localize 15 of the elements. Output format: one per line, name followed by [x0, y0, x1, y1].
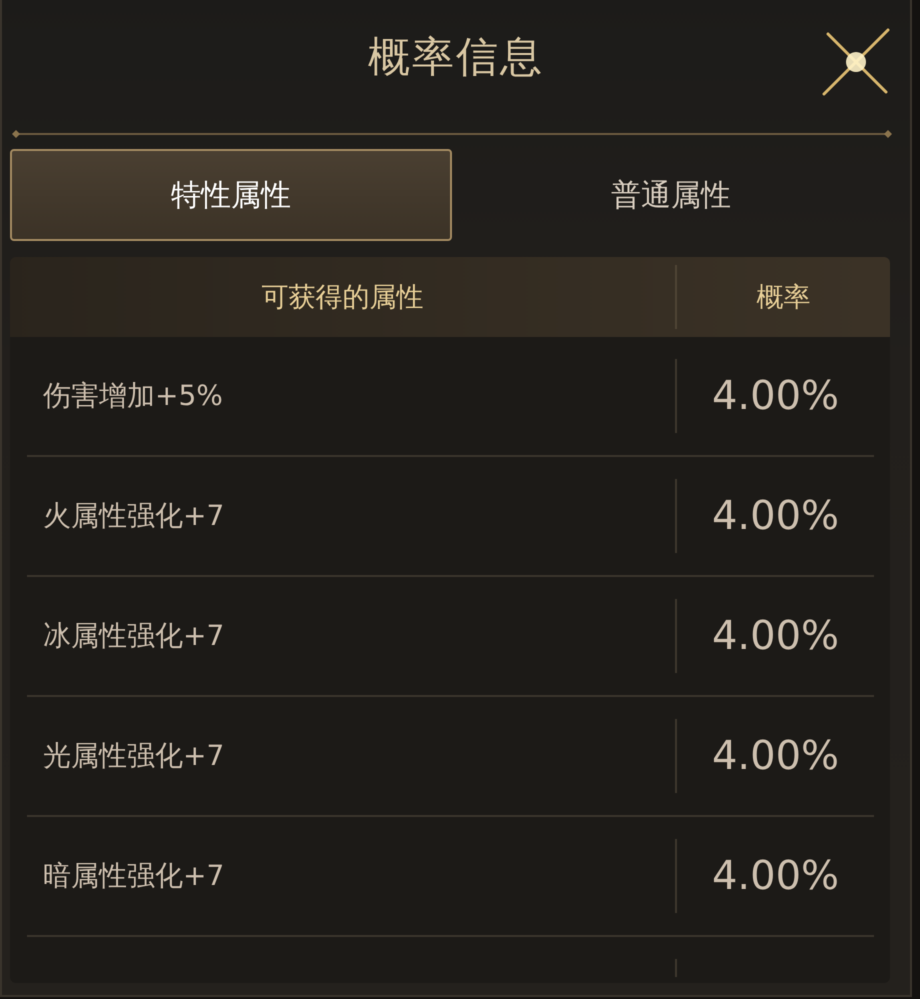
tab[interactable]: 普通属性	[452, 149, 890, 241]
column-header: 概率	[675, 265, 890, 329]
window-title: 概率信息	[368, 31, 544, 83]
probability-cell: 4.00%	[675, 359, 874, 433]
attribute-cell-text: 火属性强化+7	[42, 498, 226, 534]
attribute-cell-text: 冰属性强化+7	[42, 618, 226, 654]
attribute-cell-text: 伤害增加+5%	[42, 378, 224, 414]
attribute-cell-text: 光属性强化+7	[42, 738, 226, 774]
column-header: 可获得的属性	[260, 281, 424, 315]
probability-cell: 4.00%	[675, 599, 874, 673]
probability-cell: 4.00%	[675, 479, 874, 553]
tab[interactable]: 特性属性	[10, 149, 452, 241]
probability-cell: 4.00%	[675, 839, 874, 913]
attribute-cell-text: 暗属性强化+7	[42, 858, 226, 894]
probability-cell: 4.00%	[675, 719, 874, 793]
